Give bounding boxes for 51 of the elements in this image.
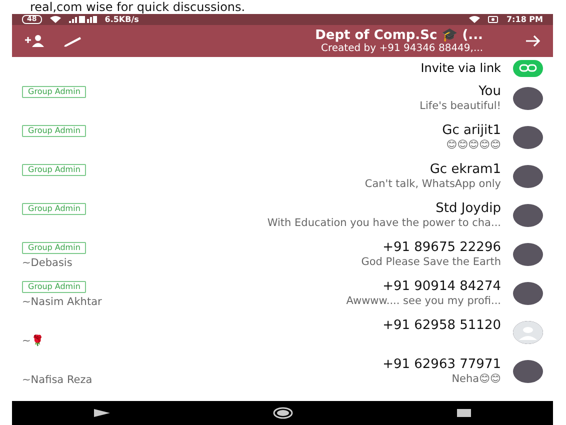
member-row[interactable]: Group Admin Gc arijit1 😊😊😊😊😊	[12, 118, 553, 157]
link-icon	[513, 60, 543, 76]
group-admin-label: Group Admin	[22, 203, 86, 215]
play-triangle-icon[interactable]	[94, 409, 110, 417]
member-status: With Education you have the power to cha...	[267, 217, 501, 230]
invite-row[interactable]: Invite via link	[12, 57, 553, 79]
caption-text: real,com wise for quick discussions.	[30, 0, 246, 14]
member-status: God Please Save the Earth	[361, 256, 501, 269]
member-name: Gc arijit1	[442, 123, 501, 139]
member-row[interactable]: Group Admin Gc ekram1 Can't talk, WhatsApp only	[12, 157, 553, 196]
member-push-name: ~🌹	[22, 334, 44, 347]
group-admin-label: Group Admin	[22, 125, 86, 137]
member-status: Life's beautiful!	[420, 100, 501, 113]
member-row[interactable]: +91 62963 77971 ~Nafisa Reza Neha😊😊	[12, 352, 553, 391]
member-push-name: ~Nafisa Reza	[22, 374, 92, 386]
home-icon[interactable]	[273, 407, 294, 419]
member-name: Gc ekram1	[430, 162, 501, 178]
member-row[interactable]: Group Admin +91 90914 84274 ~Nasim Akhtar Awwww.... see you my profi...	[12, 274, 553, 313]
add-person-icon[interactable]	[24, 35, 46, 47]
member-push-name: ~Debasis	[22, 256, 72, 268]
invite-link-text: Invite via link	[420, 61, 501, 75]
member-status: Awwww.... see you my profi...	[346, 295, 501, 308]
member-name: +91 89675 22296	[382, 240, 501, 256]
pencil-icon[interactable]	[62, 35, 82, 47]
member-name: +91 62958 51120	[382, 318, 501, 334]
speed-text: 6.5KB/s	[104, 15, 139, 24]
group-admin-label: Group Admin	[22, 86, 86, 98]
member-row[interactable]: Group Admin Std Joydip With Education you have the power to cha...	[12, 196, 553, 235]
clock-text: 7:18 PM	[506, 15, 543, 24]
group-admin-label: Group Admin	[22, 164, 86, 176]
back-arrow-icon[interactable]	[525, 35, 541, 47]
member-status: 😊😊😊😊😊	[446, 139, 501, 152]
recents-icon[interactable]	[457, 409, 472, 417]
group-admin-label: Group Admin	[22, 242, 86, 254]
member-name: +91 62963 77971	[382, 357, 501, 373]
member-row[interactable]: +91 62958 51120 ~🌹	[12, 313, 553, 352]
member-row[interactable]: Group Admin +91 89675 22296 ~Debasis God Please Save the Earth	[12, 235, 553, 274]
wifi-icon	[50, 16, 61, 23]
alarm-icon	[488, 16, 498, 23]
signal-icon	[68, 16, 97, 23]
member-status: Neha😊😊	[452, 373, 501, 386]
member-row[interactable]: Group Admin You Life's beautiful!	[12, 79, 553, 118]
group-admin-label: Group Admin	[22, 281, 86, 293]
member-name: Std Joydip	[436, 201, 501, 217]
member-name: You	[478, 84, 501, 100]
group-subtitle: Created by +91 94346 88449,...	[321, 42, 483, 54]
wifi-icon	[469, 16, 480, 23]
member-status: Can't talk, WhatsApp only	[364, 178, 501, 191]
member-name: +91 90914 84274	[382, 279, 501, 295]
member-push-name: ~Nasim Akhtar	[22, 296, 102, 308]
group-title: Dept of Comp.Sc 🎓 (...	[315, 28, 483, 42]
